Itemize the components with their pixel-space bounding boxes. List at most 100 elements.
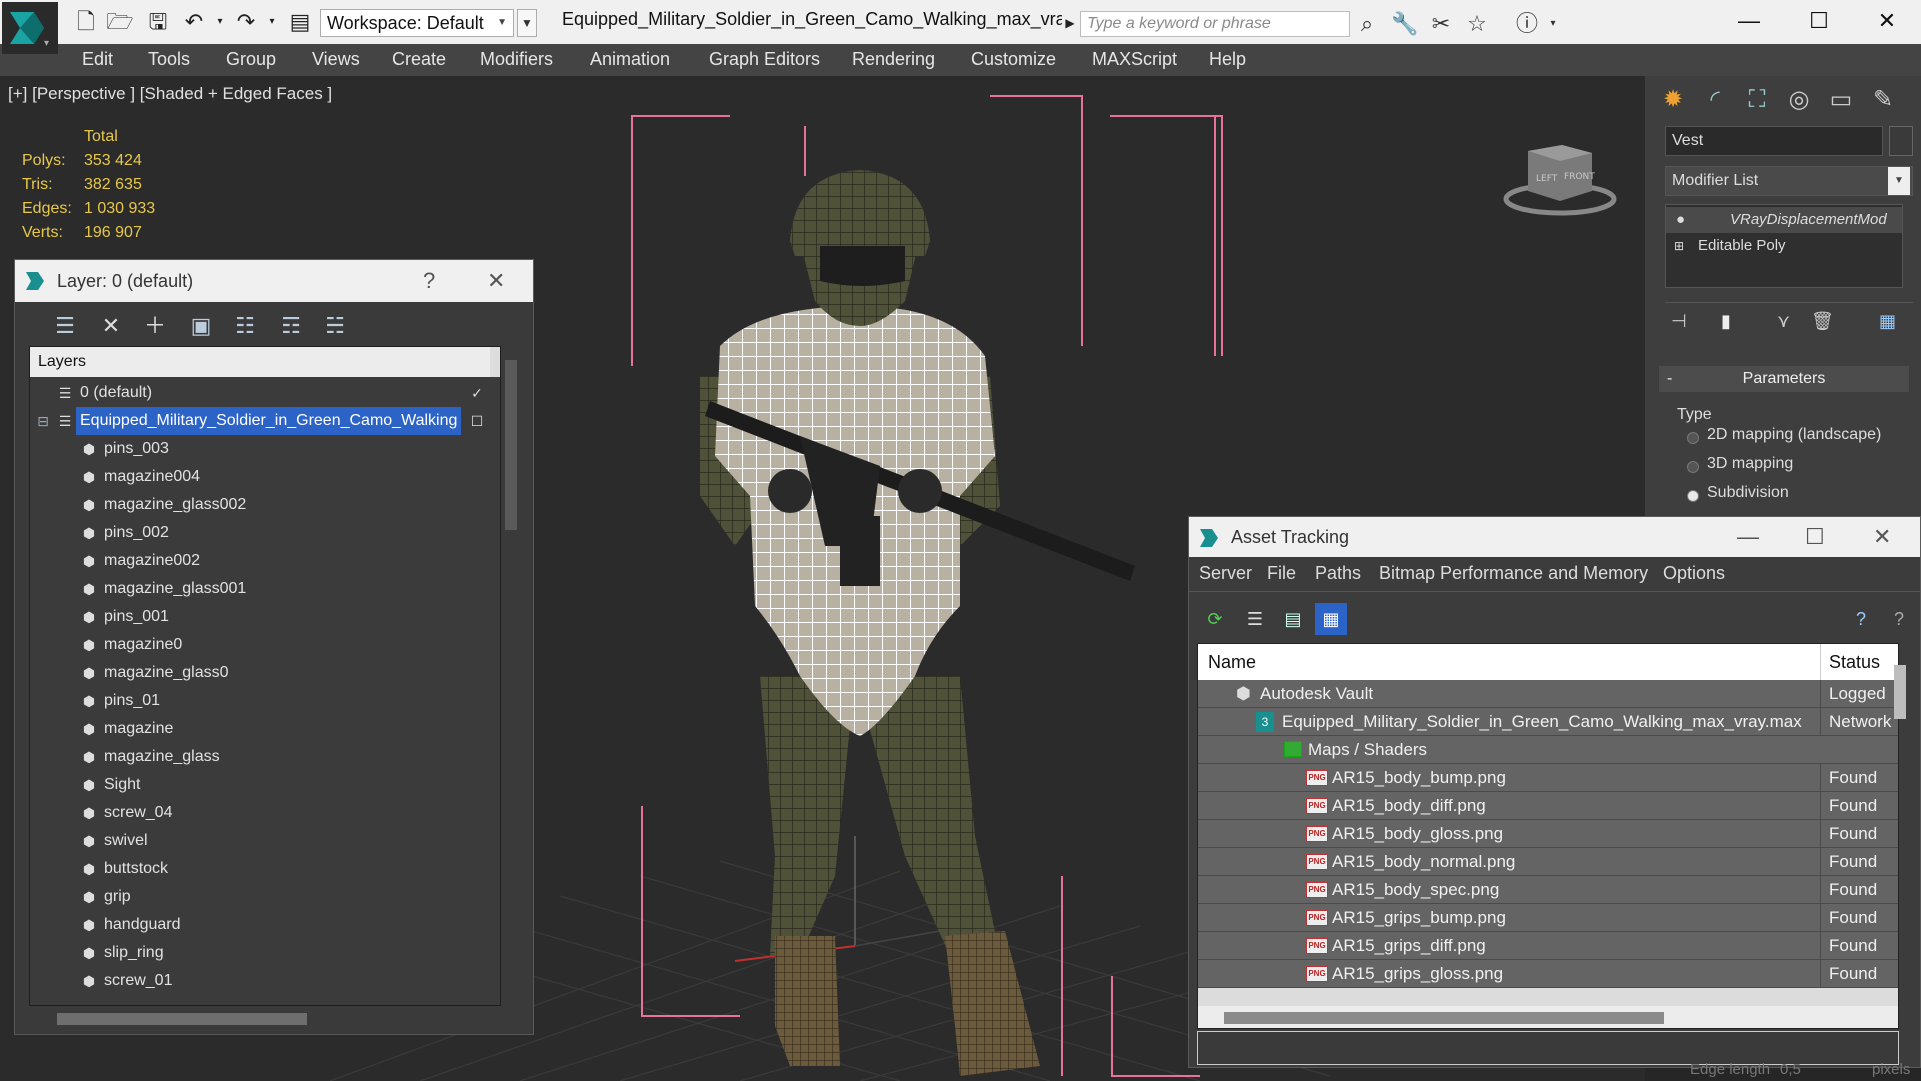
redo-dropdown-icon[interactable]: ▾ (258, 8, 286, 36)
object-row[interactable]: ⬢ magazine002 (30, 547, 482, 575)
redo-icon[interactable]: ↷ (232, 8, 260, 36)
maximize-icon[interactable]: ☐ (1805, 517, 1825, 557)
radio-3d-mapping[interactable] (1687, 461, 1699, 473)
pin-stack-icon[interactable]: ⊣ (1671, 311, 1687, 332)
tools-wrench-icon[interactable]: 🔧 (1390, 10, 1420, 38)
create-tab-icon[interactable]: ✹ (1655, 82, 1691, 118)
minimize-icon[interactable]: — (1737, 517, 1759, 557)
asset-tracking-titlebar[interactable]: Asset Tracking — ☐ ✕ (1189, 517, 1920, 557)
thumbnail-view-icon[interactable]: ▤ (1277, 603, 1309, 635)
show-end-result-icon[interactable]: ▮ (1721, 311, 1731, 332)
edge-length-value[interactable]: 0,5 (1780, 1061, 1801, 1078)
layers-column-header[interactable]: Layers (30, 347, 500, 377)
minimize-icon[interactable]: — (1714, 0, 1784, 44)
close-icon[interactable]: ✕ (1852, 0, 1921, 44)
save-file-icon[interactable]: 🖫 (144, 8, 172, 36)
refresh-icon[interactable]: ⟳ (1199, 603, 1231, 635)
radio-subdivision[interactable] (1687, 490, 1699, 502)
hide-layers-icon[interactable]: ☶ (275, 310, 307, 342)
object-row[interactable]: ⬢ pins_002 (30, 519, 482, 547)
select-in-layer-icon[interactable]: ▣ (185, 310, 217, 342)
workspace-menu-arrow[interactable]: ▼ (517, 9, 537, 37)
lightbulb-icon[interactable]: ● (1676, 207, 1685, 233)
highlight-layer-icon[interactable]: ☷ (229, 310, 261, 342)
object-row[interactable]: ⬢ handguard (30, 911, 482, 939)
modifier-stack-item[interactable]: ● VRayDisplacementMod (1666, 207, 1902, 233)
menu-create[interactable]: Create (392, 49, 446, 70)
menu-maxscript[interactable]: MAXScript (1092, 49, 1177, 70)
object-row[interactable]: ⬢ pins_003 (30, 435, 482, 463)
option-label[interactable]: Subdivision (1707, 484, 1789, 502)
favorites-star-icon[interactable]: ☆ (1462, 10, 1492, 38)
help-dropdown-icon[interactable]: ▾ (1538, 10, 1568, 38)
layer-create-icon[interactable]: ☰ (49, 310, 81, 342)
option-label[interactable]: 2D mapping (landscape) (1707, 426, 1881, 444)
app-menu-button[interactable]: ▾ (2, 2, 58, 54)
layer-panel-titlebar[interactable]: Layer: 0 (default) ? ✕ (15, 260, 533, 302)
menu-customize[interactable]: Customize (971, 49, 1056, 70)
menu-graph-editors[interactable]: Graph Editors (709, 49, 820, 70)
motion-tab-icon[interactable]: ◎ (1781, 82, 1817, 118)
object-row[interactable]: ⬢ Sight (30, 771, 482, 799)
layer-vertical-scrollbar[interactable] (505, 360, 517, 530)
current-layer-box-icon[interactable]: ☐ (468, 412, 486, 430)
binoculars-icon[interactable]: ⌕ (1352, 10, 1382, 38)
object-row[interactable]: ⬢ magazine_glass001 (30, 575, 482, 603)
column-status-header[interactable]: Status (1820, 644, 1898, 680)
object-row[interactable]: ⬢ screw_01 (30, 967, 482, 995)
object-row[interactable]: ⬢ magazine_glass002 (30, 491, 482, 519)
menu-paths[interactable]: Paths (1315, 563, 1361, 584)
table-view-icon[interactable]: ▦ (1315, 603, 1347, 635)
radio-2d-mapping[interactable] (1687, 432, 1699, 444)
help-icon[interactable]: ? (423, 260, 435, 302)
modifier-stack-item[interactable]: ⊞ Editable Poly (1666, 233, 1902, 259)
object-row[interactable]: ⬢ pins_001 (30, 603, 482, 631)
asset-row[interactable]: Maps / Shaders (1198, 736, 1898, 764)
search-input[interactable]: Type a keyword or phrase (1080, 11, 1350, 37)
asset-row[interactable]: PNG AR15_body_gloss.png Found (1198, 820, 1898, 848)
add-icon[interactable]: ＋ (139, 310, 171, 342)
asset-row[interactable]: PNG AR15_grips_diff.png Found (1198, 932, 1898, 960)
object-color-swatch[interactable] (1889, 126, 1913, 156)
open-file-icon[interactable]: 🗁 (106, 8, 134, 36)
undo-icon[interactable]: ↶ (180, 8, 208, 36)
remove-modifier-icon[interactable]: 🗑 (1811, 311, 1834, 332)
object-row[interactable]: ⬢ grip (30, 883, 482, 911)
checkmark-icon[interactable]: ✓ (468, 384, 486, 402)
object-row[interactable]: ⬢ magazine (30, 715, 482, 743)
menu-tools[interactable]: Tools (148, 49, 190, 70)
close-icon[interactable]: ✕ (1873, 517, 1891, 557)
expand-icon[interactable]: ⊞ (1674, 233, 1684, 259)
collapse-icon[interactable]: ⊟ (34, 412, 52, 430)
context-help-icon[interactable]: ? (1883, 603, 1915, 635)
menu-edit[interactable]: Edit (82, 49, 113, 70)
object-row[interactable]: ⬢ magazine0 (30, 631, 482, 659)
vertical-scrollbar[interactable] (1894, 665, 1906, 719)
menu-views[interactable]: Views (312, 49, 360, 70)
menu-server[interactable]: Server (1199, 563, 1252, 584)
viewcube[interactable]: LEFT FRONT (1500, 131, 1620, 221)
asset-row[interactable]: PNG AR15_grips_gloss.png Found (1198, 960, 1898, 988)
utilities-tab-icon[interactable]: ✎ (1865, 82, 1901, 118)
make-unique-icon[interactable]: ⋎ (1777, 311, 1790, 332)
delete-icon[interactable]: ✕ (95, 310, 127, 342)
workspace-dropdown[interactable]: Workspace: Default ▼ (320, 9, 514, 37)
menu-options[interactable]: Options (1663, 563, 1725, 584)
modify-tab-icon[interactable]: ◜ (1697, 82, 1733, 118)
asset-row[interactable]: PNG AR15_body_diff.png Found (1198, 792, 1898, 820)
asset-row[interactable]: PNG AR15_grips_bump.png Found (1198, 904, 1898, 932)
layer-row-selected[interactable]: ⊟ ☰ Equipped_Military_Soldier_in_Green_C… (30, 407, 483, 435)
asset-row[interactable]: PNG AR15_body_spec.png Found (1198, 876, 1898, 904)
column-name-header[interactable]: Name (1208, 644, 1256, 680)
project-folder-icon[interactable]: ▤ (286, 8, 314, 36)
object-row[interactable]: ⬢ swivel (30, 827, 482, 855)
viewport-label[interactable]: [+] [Perspective ] [Shaded + Edged Faces… (8, 84, 332, 104)
asset-row[interactable]: PNG AR15_body_bump.png Found (1198, 764, 1898, 792)
object-row[interactable]: ⬢ magazine004 (30, 463, 482, 491)
object-row[interactable]: ⬢ magazine_glass (30, 743, 482, 771)
menu-bitmap-performance[interactable]: Bitmap Performance and Memory (1379, 563, 1648, 584)
path-field[interactable] (1197, 1031, 1899, 1065)
list-view-icon[interactable]: ☰ (1239, 603, 1271, 635)
signin-icon[interactable]: ✂ (1426, 10, 1456, 38)
close-icon[interactable]: ✕ (487, 260, 505, 302)
